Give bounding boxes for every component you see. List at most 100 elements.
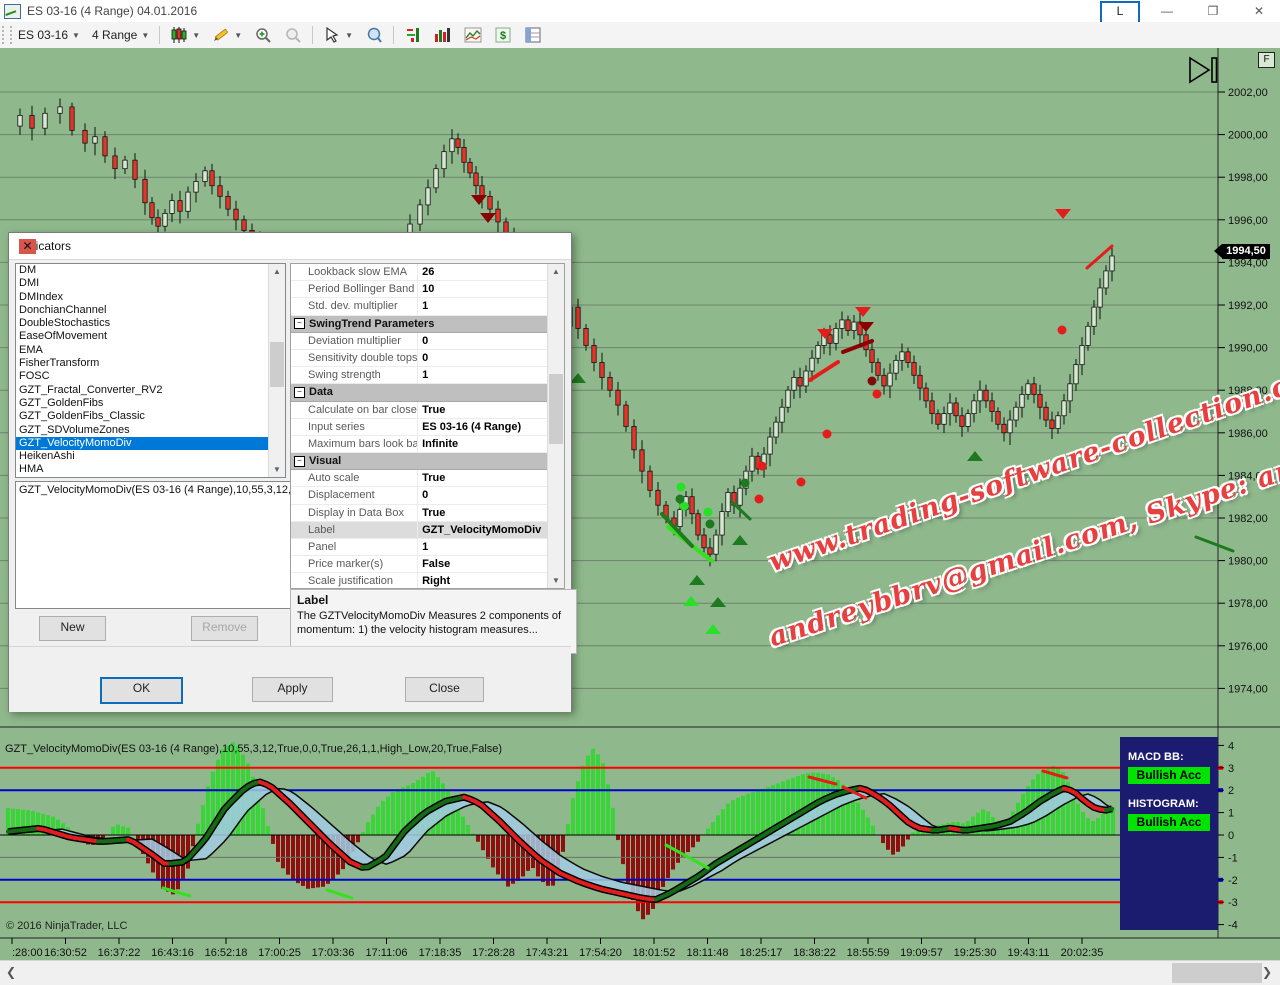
property-value[interactable]: Right — [418, 573, 547, 589]
data-grid-button[interactable] — [518, 24, 548, 46]
f-button[interactable]: F — [1258, 52, 1275, 68]
cursor-mode-button[interactable]: ▼ — [317, 24, 359, 46]
property-row[interactable]: Calculate on bar closeTrue — [291, 402, 547, 419]
volume-button[interactable] — [428, 24, 458, 46]
property-group-header[interactable]: −Visual — [291, 453, 547, 470]
indicator-list-item[interactable]: GZT_Fractal_Converter_RV2 — [16, 384, 285, 397]
zoom-out-button[interactable] — [278, 24, 308, 46]
indicator-list-item[interactable]: FOSC — [16, 370, 285, 383]
candle-body — [702, 535, 706, 548]
indicator-list-item[interactable]: HMA — [16, 463, 285, 476]
collapse-icon[interactable]: − — [294, 456, 305, 467]
zoom-in-button[interactable] — [248, 24, 278, 46]
list-scrollbar[interactable]: ▲ ▼ — [268, 264, 285, 477]
scroll-up-icon[interactable]: ▲ — [548, 264, 564, 279]
toolbar-grip[interactable] — [2, 26, 12, 44]
indicator-list-item[interactable]: EMA — [16, 344, 285, 357]
property-row[interactable]: Sensitivity double tops0 — [291, 350, 547, 367]
property-row[interactable]: Display in Data BoxTrue — [291, 505, 547, 522]
scroll-left-icon[interactable]: ❮ — [6, 965, 16, 979]
chart-trader-button[interactable] — [458, 24, 488, 46]
scroll-up-icon[interactable]: ▲ — [269, 264, 285, 279]
indicator-list-item[interactable]: GZT_GoldenFibs_Classic — [16, 410, 285, 423]
histogram-bar — [301, 835, 305, 886]
indicator-list-item[interactable]: DM — [16, 264, 285, 277]
property-value[interactable]: 10 — [418, 281, 547, 297]
property-row[interactable]: Price marker(s)False — [291, 556, 547, 573]
indicator-list[interactable]: DMDMIDMIndexDonchianChannelDoubleStochas… — [15, 263, 286, 478]
property-row[interactable]: Auto scaleTrue — [291, 470, 547, 487]
instrument-selector[interactable]: ES 03-16 ▼ — [12, 24, 86, 46]
property-row[interactable]: Deviation multiplier0 — [291, 333, 547, 350]
indicator-list-item[interactable]: GZT_SDVolumeZones — [16, 424, 285, 437]
property-grid[interactable]: Lookback slow EMA26Period Bollinger Band… — [290, 263, 565, 589]
property-value[interactable]: True — [418, 470, 547, 486]
property-row[interactable]: Displacement0 — [291, 487, 547, 504]
collapse-icon[interactable]: − — [294, 387, 305, 398]
property-row[interactable]: Std. dev. multiplier1 — [291, 298, 547, 315]
property-value[interactable]: 1 — [418, 539, 547, 555]
property-group-header[interactable]: −Data — [291, 384, 547, 401]
property-row[interactable]: Maximum bars look baInfinite — [291, 436, 547, 453]
scroll-down-icon[interactable]: ▼ — [548, 573, 564, 588]
drawing-tools-button[interactable]: ▼ — [206, 24, 248, 46]
horizontal-scrollbar[interactable]: ❮ ❯ — [0, 960, 1280, 985]
property-value[interactable]: True — [418, 402, 547, 418]
property-group-header[interactable]: −SwingTrend Parameters — [291, 316, 547, 333]
indicator-list-item[interactable]: HeikenAshi — [16, 450, 285, 463]
property-value[interactable]: 0 — [418, 487, 547, 503]
property-row[interactable]: Input seriesES 03-16 (4 Range) — [291, 419, 547, 436]
indicator-list-item[interactable]: FisherTransform — [16, 357, 285, 370]
bar-spacing-button[interactable] — [398, 24, 428, 46]
property-row[interactable]: Lookback slow EMA26 — [291, 264, 547, 281]
indicator-list-item[interactable]: DonchianChannel — [16, 304, 285, 317]
property-row[interactable]: Scale justificationRight — [291, 573, 547, 589]
dialog-titlebar[interactable]: Indicators ✕ — [9, 233, 571, 260]
dialog-close-icon[interactable]: ✕ — [19, 239, 36, 254]
scroll-thumb[interactable] — [270, 342, 284, 387]
histogram-label: HISTOGRAM: — [1128, 798, 1218, 810]
property-value[interactable]: 26 — [418, 264, 547, 280]
indicator-list-item[interactable]: EaseOfMovement — [16, 330, 285, 343]
indicator-list-item[interactable]: DMIndex — [16, 291, 285, 304]
macd-bb-status-badge: Bullish Acc — [1128, 767, 1210, 784]
property-value[interactable]: Infinite — [418, 436, 547, 452]
collapse-icon[interactable]: − — [294, 318, 305, 329]
property-value[interactable]: 1 — [418, 367, 547, 383]
property-row[interactable]: Panel1 — [291, 539, 547, 556]
property-value[interactable]: 0 — [418, 350, 547, 366]
remove-button[interactable]: Remove — [191, 616, 258, 641]
property-row[interactable]: Period Bollinger Band10 — [291, 281, 547, 298]
property-value[interactable]: 0 — [418, 333, 547, 349]
property-row[interactable]: LabelGZT_VelocityMomoDiv — [291, 522, 547, 539]
property-scrollbar[interactable]: ▲ ▼ — [547, 264, 564, 588]
close-button-dialog[interactable]: Close — [405, 677, 484, 702]
scroll-thumb[interactable] — [549, 374, 563, 444]
indicator-list-item[interactable]: GZT_VelocityMomoDiv — [16, 437, 285, 450]
property-value[interactable]: False — [418, 556, 547, 572]
indicator-list-item[interactable]: GZT_GoldenFibs — [16, 397, 285, 410]
property-row[interactable]: Swing strength1 — [291, 367, 547, 384]
crosshair-button[interactable] — [359, 24, 389, 46]
property-value[interactable]: ES 03-16 (4 Range) — [418, 419, 547, 435]
ok-button[interactable]: OK — [100, 677, 183, 704]
indicator-list-item[interactable]: DMI — [16, 277, 285, 290]
new-button[interactable]: New — [39, 616, 106, 641]
apply-button[interactable]: Apply — [252, 677, 333, 702]
chart-style-button[interactable]: ▼ — [164, 24, 206, 46]
period-selector[interactable]: 4 Range ▼ — [86, 24, 155, 46]
group-label: Data — [309, 386, 333, 398]
applied-indicator-item[interactable]: GZT_VelocityMomoDiv(ES 03-16 (4 Range),1… — [19, 484, 291, 496]
restore-button[interactable]: ❐ — [1190, 0, 1236, 22]
scroll-down-icon[interactable]: ▼ — [269, 462, 285, 477]
account-button[interactable]: $ — [488, 24, 518, 46]
close-button[interactable]: ✕ — [1236, 0, 1280, 22]
minimize-button[interactable]: — — [1144, 0, 1190, 22]
indicator-list-item[interactable]: DoubleStochastics — [16, 317, 285, 330]
scroll-thumb[interactable] — [1172, 963, 1262, 983]
property-value[interactable]: GZT_VelocityMomoDiv — [418, 522, 547, 538]
applied-indicators-box[interactable]: GZT_VelocityMomoDiv(ES 03-16 (4 Range),1… — [15, 481, 292, 609]
property-value[interactable]: True — [418, 505, 547, 521]
property-value[interactable]: 1 — [418, 298, 547, 314]
scroll-right-icon[interactable]: ❯ — [1262, 965, 1272, 979]
